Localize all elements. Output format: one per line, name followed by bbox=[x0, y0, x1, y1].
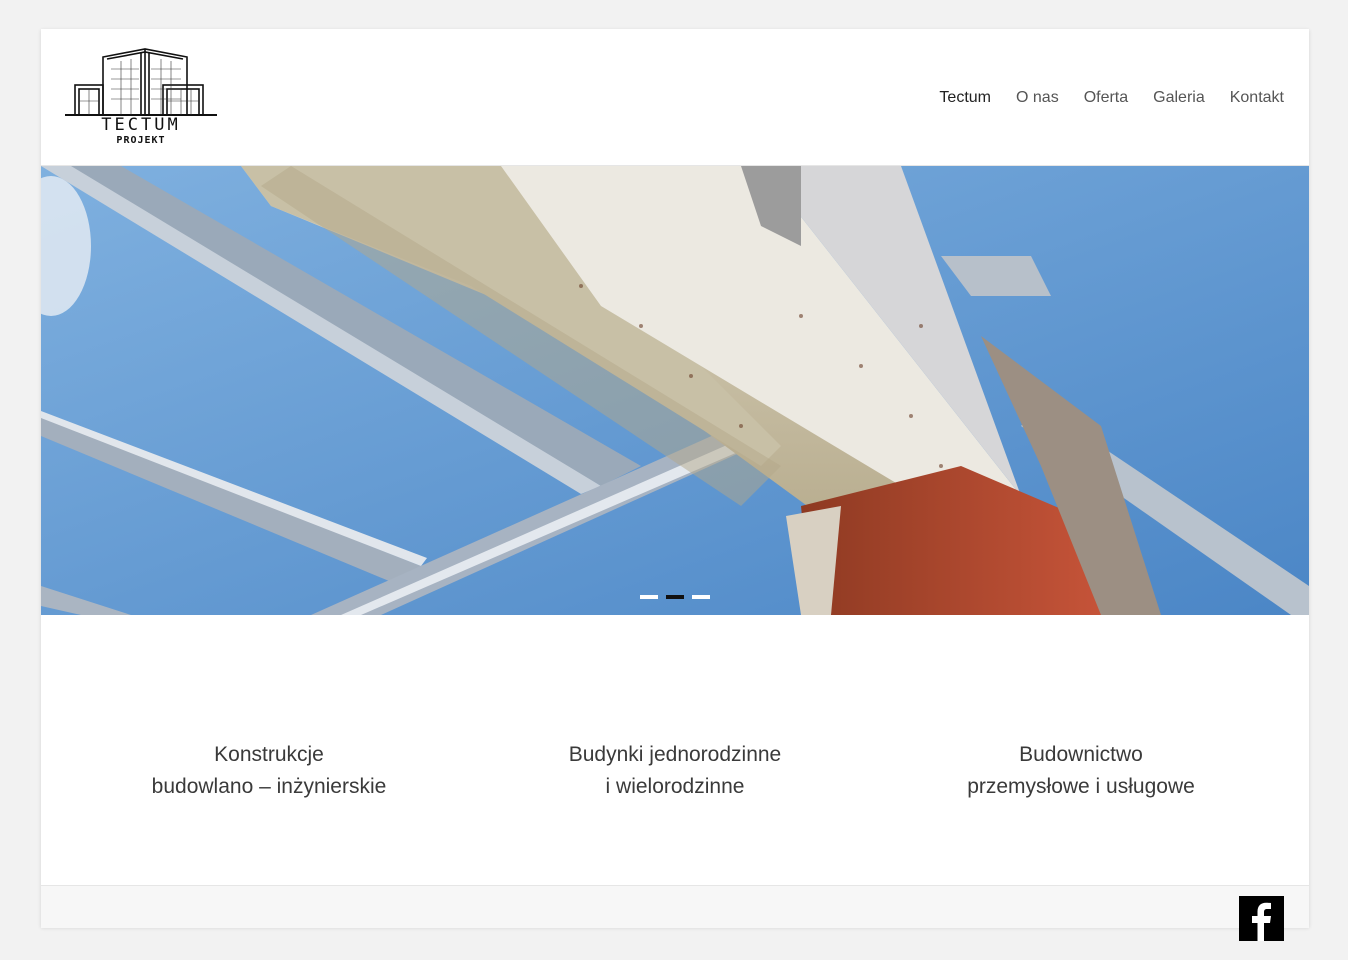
nav-item-kontakt[interactable]: Kontakt bbox=[1230, 89, 1284, 107]
feature-title: Budynki jednorodzinne bbox=[568, 743, 782, 766]
feature-budownictwo: Budownictwo przemysłowe i usługowe bbox=[878, 739, 1284, 803]
slider-dots bbox=[640, 595, 710, 599]
page: TECTUM PROJEKT Tectum O nas Oferta Galer… bbox=[41, 29, 1309, 928]
nav-item-oferta[interactable]: Oferta bbox=[1084, 89, 1128, 107]
site-header: TECTUM PROJEKT Tectum O nas Oferta Galer… bbox=[41, 29, 1309, 166]
feature-title: Budownictwo bbox=[1019, 743, 1143, 766]
logo-wordmark: TECTUM bbox=[101, 115, 181, 135]
construction-photo bbox=[41, 166, 1309, 615]
main-nav: Tectum O nas Oferta Galeria Kontakt bbox=[914, 89, 1284, 107]
feature-title: Konstrukcje bbox=[214, 743, 324, 766]
slider-dot-active[interactable] bbox=[666, 595, 684, 599]
features-section: Konstrukcje budowlano – inżynierskie Bud… bbox=[41, 739, 1309, 803]
feature-subtitle: przemysłowe i usługowe bbox=[967, 775, 1195, 798]
logo-subtitle: PROJEKT bbox=[116, 135, 166, 146]
nav-item-galeria[interactable]: Galeria bbox=[1153, 89, 1205, 107]
site-logo[interactable]: TECTUM PROJEKT bbox=[65, 45, 217, 151]
facebook-icon bbox=[1252, 902, 1271, 941]
site-footer bbox=[41, 885, 1309, 928]
nav-item-o-nas[interactable]: O nas bbox=[1016, 89, 1059, 107]
nav-item-tectum[interactable]: Tectum bbox=[939, 89, 991, 107]
slider-dot[interactable] bbox=[640, 595, 658, 599]
facebook-button[interactable] bbox=[1239, 896, 1284, 941]
feature-subtitle: i wielorodzinne bbox=[605, 775, 745, 798]
hero-slider[interactable] bbox=[41, 166, 1309, 615]
feature-budynki: Budynki jednorodzinne i wielorodzinne bbox=[472, 739, 878, 803]
slider-dot[interactable] bbox=[692, 595, 710, 599]
feature-konstrukcje: Konstrukcje budowlano – inżynierskie bbox=[66, 739, 472, 803]
feature-subtitle: budowlano – inżynierskie bbox=[151, 775, 387, 798]
